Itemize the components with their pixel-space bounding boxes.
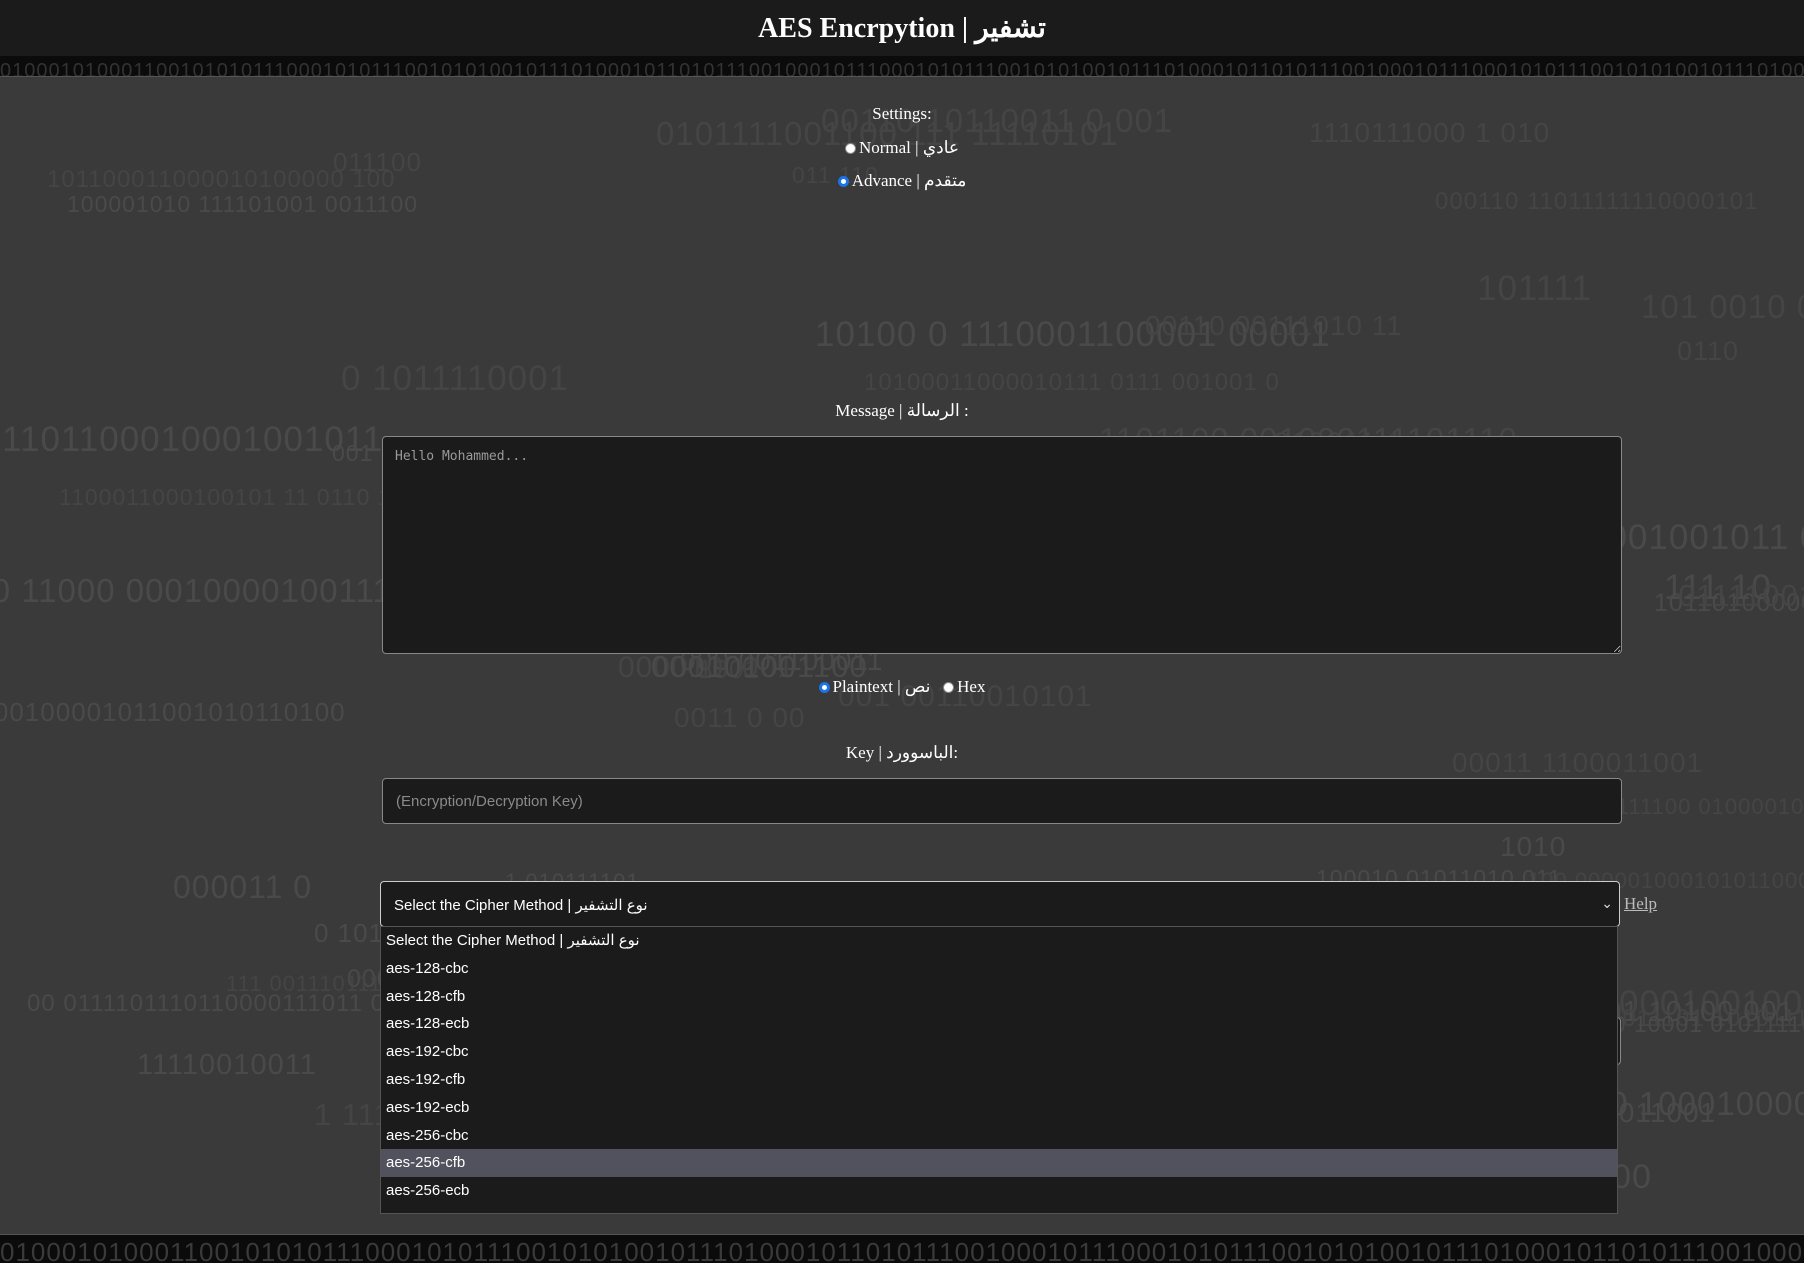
radio-plaintext-label: Plaintext | نص bbox=[832, 677, 931, 696]
message-format-row: Plaintext | نص Hex bbox=[0, 677, 1804, 697]
cipher-option[interactable]: aes-128-ecb bbox=[381, 1010, 1617, 1038]
cipher-option[interactable]: Select the Cipher Method | نوع التشفير bbox=[381, 927, 1617, 955]
radio-normal-label: Normal | عادي bbox=[858, 138, 960, 157]
radio-advance-label: Advance | متقدم bbox=[851, 171, 967, 190]
settings-option-normal[interactable]: Normal | عادي bbox=[0, 138, 1804, 158]
radio-plaintext[interactable] bbox=[818, 682, 830, 693]
settings-option-advance[interactable]: Advance | متقدم bbox=[0, 171, 1804, 191]
message-label: Message | الرسالة : bbox=[835, 401, 969, 420]
chevron-down-icon: ⌄ bbox=[1601, 895, 1613, 911]
page-title: AES Encrpytion | تشفير bbox=[758, 13, 1046, 44]
radio-advance[interactable] bbox=[837, 176, 849, 187]
radio-hex-label: Hex bbox=[957, 677, 986, 696]
cipher-option[interactable]: aes-128-cfb bbox=[381, 983, 1617, 1011]
cipher-option-highlighted[interactable]: aes-256-cfb bbox=[381, 1149, 1617, 1178]
header-binary-strip: 0100010100011001010101110001010111001010… bbox=[0, 56, 1804, 77]
key-label: Key | الباسوورد: bbox=[845, 743, 959, 762]
header-bar: AES Encrpytion | تشفير bbox=[0, 0, 1804, 57]
radio-hex[interactable] bbox=[943, 682, 955, 693]
help-link[interactable]: Help bbox=[1624, 894, 1657, 914]
footer-binary-strip: 0100010100011001010101110001010111001010… bbox=[0, 1234, 1804, 1263]
cipher-option[interactable]: aes-256-ecb bbox=[381, 1177, 1617, 1205]
cipher-option[interactable]: aes-192-ecb bbox=[381, 1094, 1617, 1122]
cipher-option[interactable]: aes-256-cbc bbox=[381, 1122, 1617, 1150]
cipher-option[interactable]: aes-192-cbc bbox=[381, 1038, 1617, 1066]
format-option-hex[interactable]: Hex bbox=[943, 677, 985, 696]
cipher-method-select[interactable]: Select the Cipher Method | نوع التشفير ⌄ bbox=[380, 881, 1620, 927]
message-textarea[interactable] bbox=[382, 436, 1622, 654]
settings-title: Settings: bbox=[872, 104, 932, 123]
key-input[interactable] bbox=[382, 778, 1622, 824]
radio-normal[interactable] bbox=[844, 143, 856, 154]
format-option-plaintext[interactable]: Plaintext | نص bbox=[818, 677, 931, 696]
cipher-option[interactable]: aes-192-cfb bbox=[381, 1066, 1617, 1094]
cipher-selected-value: Select the Cipher Method | نوع التشفير bbox=[394, 897, 648, 914]
cipher-dropdown-list: Select the Cipher Method | نوع التشفير a… bbox=[380, 926, 1618, 1214]
cipher-option[interactable]: aes-128-cbc bbox=[381, 955, 1617, 983]
